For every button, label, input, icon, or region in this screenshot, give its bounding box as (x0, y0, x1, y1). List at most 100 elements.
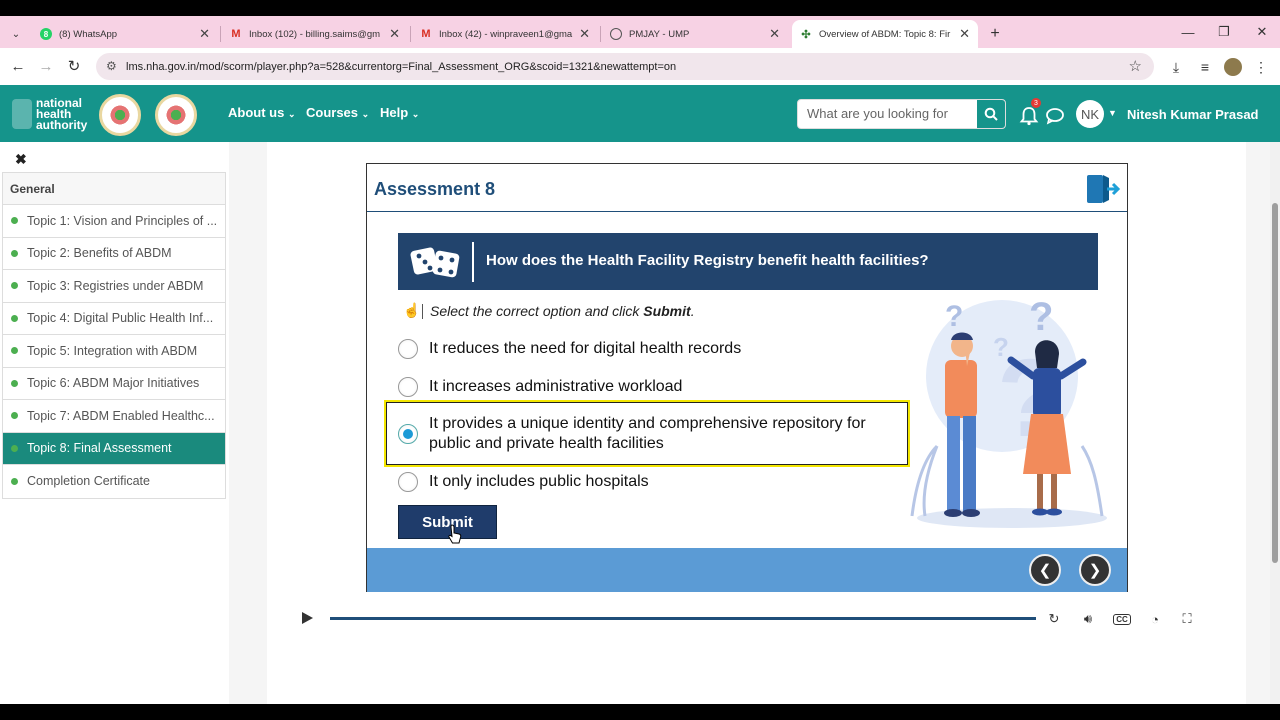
sidebar-item-topic-2[interactable]: Topic 2: Benefits of ABDM (3, 238, 225, 270)
reload-button[interactable]: ↻ (64, 56, 84, 76)
user-avatar[interactable]: NK (1076, 100, 1104, 128)
arrow-left-icon: ← (10, 57, 26, 75)
play-icon[interactable] (300, 611, 314, 625)
menu-courses[interactable]: Courses ⌄ (306, 105, 369, 120)
progress-track[interactable] (330, 617, 1036, 620)
svg-text:?: ? (1029, 296, 1053, 339)
search-input[interactable] (807, 106, 977, 121)
complete-dot-icon (11, 217, 18, 225)
question-banner: How does the Health Facility Registry be… (398, 233, 1098, 290)
answer-option-2[interactable]: It increases administrative workload (398, 377, 682, 397)
search-button[interactable] (977, 100, 1005, 128)
people-question-illustration: ? ? ? ? (910, 296, 1107, 528)
chevron-down-icon: ⌄ (287, 109, 296, 119)
sidebar-item-topic-1[interactable]: Topic 1: Vision and Principles of ... (3, 205, 225, 238)
window-close-button[interactable]: ✕ (1244, 16, 1280, 48)
user-name[interactable]: Nitesh Kumar Prasad (1127, 107, 1259, 122)
close-icon[interactable]: ✕ (959, 26, 970, 42)
reload-icon: ↻ (67, 58, 81, 75)
nha-logo-text: national health authority (36, 95, 88, 132)
section-header[interactable]: General (3, 173, 225, 205)
abdm-seal-logo (155, 94, 197, 136)
plus-icon: + (990, 25, 1000, 42)
browser-tab[interactable]: M Inbox (102) - billing.saims@gm ✕ (222, 20, 408, 48)
bookmark-star-icon[interactable]: ☆ (1129, 57, 1142, 75)
radio-button[interactable] (398, 377, 418, 397)
sidebar-item-topic-4[interactable]: Topic 4: Digital Public Health Inf... (3, 303, 225, 335)
close-icon[interactable]: ✕ (389, 26, 400, 42)
sidebar-item-topic-3[interactable]: Topic 3: Registries under ABDM (3, 270, 225, 303)
fullscreen-button[interactable]: ⛶ (1177, 609, 1197, 629)
search-icon (984, 107, 998, 121)
more-vertical-icon: ⋮ (1254, 58, 1268, 75)
complete-dot-icon (11, 347, 18, 355)
browser-tab-active[interactable]: ✣ Overview of ABDM: Topic 8: Fir ✕ (792, 20, 978, 48)
tab-search-button[interactable]: ⌄ (6, 20, 26, 48)
close-icon[interactable]: ✕ (199, 26, 210, 42)
chevron-down-icon: ⌄ (11, 28, 21, 40)
banner-separator (472, 242, 474, 282)
slide-title: Assessment 8 (374, 179, 496, 199)
bell-icon[interactable] (1018, 105, 1040, 127)
download-button[interactable]: ⤓ (1165, 56, 1187, 78)
emblem-icon (12, 99, 32, 129)
browser-menu-button[interactable]: ⋮ (1250, 56, 1272, 78)
exit-icon[interactable] (1085, 172, 1121, 206)
radio-button[interactable] (398, 339, 418, 359)
site-settings-icon[interactable]: ⚙ (106, 59, 117, 73)
url-text: lms.nha.gov.in/mod/scorm/player.php?a=52… (126, 60, 677, 73)
profile-button[interactable] (1222, 56, 1244, 78)
complete-dot-icon (11, 249, 18, 257)
forward-button[interactable]: → (36, 56, 56, 76)
complete-dot-icon (11, 379, 18, 387)
close-icon[interactable]: ✕ (769, 26, 780, 42)
browser-tab-bar: ⌄ 8 (8) WhatsApp ✕ M Inbox (102) - billi… (0, 16, 1280, 48)
browser-tab[interactable]: M Inbox (42) - winpraveen1@gma ✕ (412, 20, 598, 48)
chevron-down-icon[interactable]: ▼ (1108, 108, 1117, 118)
replay-button[interactable]: ↻ (1044, 609, 1064, 629)
pointer-hand-icon: ☝ (403, 302, 421, 318)
gmail-icon: M (421, 28, 431, 40)
radio-button[interactable] (398, 472, 418, 492)
volume-button[interactable]: 🔊︎ (1078, 609, 1098, 629)
complete-dot-icon (11, 282, 18, 290)
close-drawer-icon[interactable]: ✖ (15, 151, 27, 168)
minimize-button[interactable]: — (1170, 16, 1206, 48)
playback-speed-button[interactable]: ◔ (1145, 609, 1165, 629)
restore-icon: ❐ (1218, 24, 1230, 39)
menu-about-us[interactable]: About us ⌄ (228, 105, 296, 120)
sidebar-item-topic-5[interactable]: Topic 5: Integration with ABDM (3, 335, 225, 368)
chat-icon[interactable] (1045, 107, 1065, 125)
closed-captions-icon: CC (1113, 613, 1131, 625)
nha-logo[interactable]: national health authority (12, 95, 92, 133)
restore-button[interactable]: ❐ (1206, 16, 1242, 48)
media-button[interactable]: ≡ (1194, 56, 1216, 78)
menu-help[interactable]: Help ⌄ (380, 105, 419, 120)
course-index: General Topic 1: Vision and Principles o… (2, 172, 226, 499)
answer-option-4[interactable]: It only includes public hospitals (398, 472, 649, 492)
new-tab-button[interactable]: + (984, 20, 1006, 48)
prev-slide-button[interactable]: ❮ (1029, 554, 1061, 586)
sidebar-item-topic-7[interactable]: Topic 7: ABDM Enabled Healthc... (3, 400, 225, 433)
browser-tab[interactable]: 8 (8) WhatsApp ✕ (32, 20, 218, 48)
close-icon[interactable]: ✕ (579, 26, 590, 42)
scrollbar-thumb[interactable] (1272, 203, 1278, 563)
url-bar[interactable]: ⚙ lms.nha.gov.in/mod/scorm/player.php?a=… (96, 53, 1154, 80)
fullscreen-icon: ⛶ (1182, 611, 1192, 626)
site-icon: ✣ (801, 28, 811, 41)
back-button[interactable]: ← (8, 56, 28, 76)
sidebar-item-topic-8[interactable]: Topic 8: Final Assessment (3, 432, 225, 465)
radio-button-selected[interactable] (398, 424, 418, 444)
complete-dot-icon (11, 314, 18, 322)
download-icon: ⤓ (1172, 58, 1180, 75)
answer-option-1[interactable]: It reduces the need for digital health r… (398, 339, 741, 359)
chevron-left-icon: ❮ (1038, 562, 1052, 579)
sidebar-item-topic-6[interactable]: Topic 6: ABDM Major Initiatives (3, 368, 225, 400)
captions-button[interactable]: CC (1112, 609, 1132, 629)
browser-tab[interactable]: PMJAY - UMP ✕ (602, 20, 788, 48)
answer-option-3[interactable]: It provides a unique identity and compre… (398, 414, 878, 454)
tab-separator (410, 26, 411, 42)
next-slide-button[interactable]: ❯ (1079, 554, 1111, 586)
mouse-pointer-icon (448, 524, 462, 544)
sidebar-item-certificate[interactable]: Completion Certificate (3, 465, 225, 498)
